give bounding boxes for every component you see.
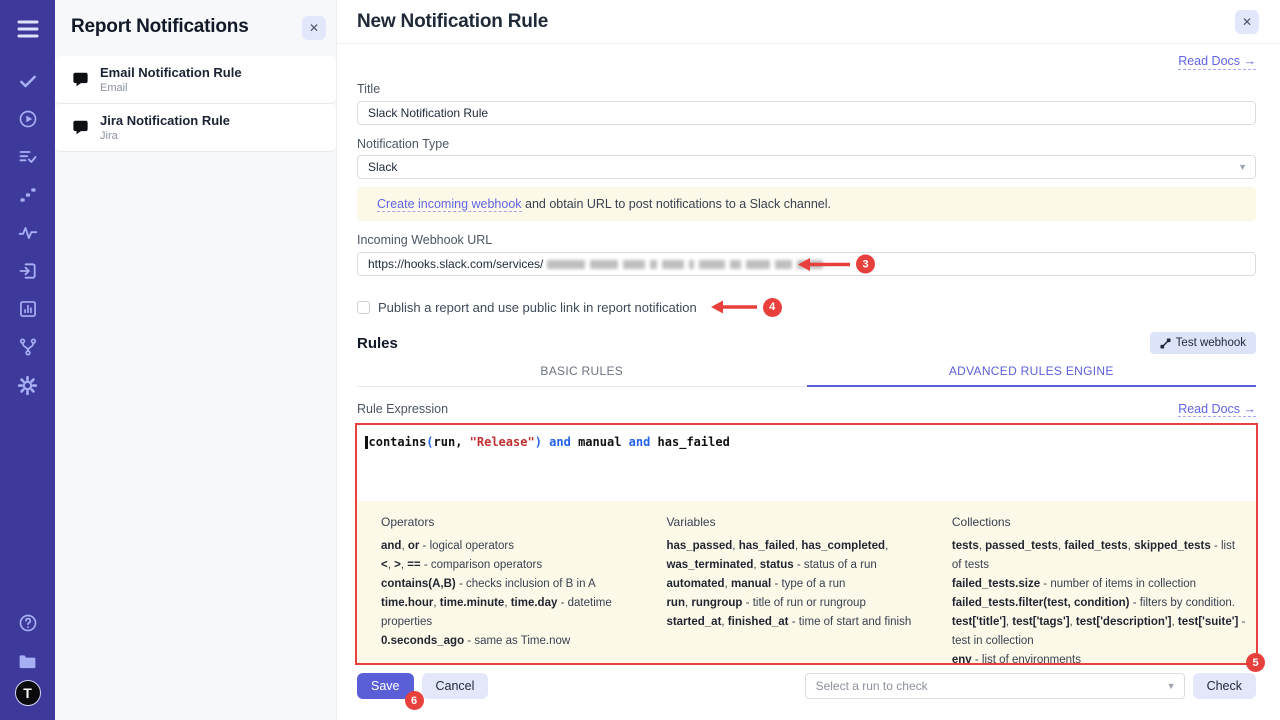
check-icon[interactable] (0, 62, 55, 100)
speech-bubble-icon (71, 70, 90, 89)
info-text: and obtain URL to post notifications to … (522, 197, 831, 211)
publish-report-checkbox[interactable] (357, 301, 370, 314)
run-select-placeholder: Select a run to check (816, 679, 928, 693)
rule-type: Email (100, 82, 242, 94)
cancel-button[interactable]: Cancel (422, 673, 489, 699)
rules-heading: Rules (357, 335, 398, 352)
page-title: New Notification Rule (357, 11, 548, 33)
check-button[interactable]: Check (1193, 673, 1256, 699)
help-column: Collectionstests, passed_tests, failed_t… (952, 515, 1246, 663)
rule-expression-label: Rule Expression (357, 402, 448, 416)
sign-in-icon[interactable] (0, 252, 55, 290)
help-column: Operatorsand, or - logical operators<, >… (381, 515, 642, 663)
settings-gear-icon[interactable] (0, 366, 55, 404)
save-button[interactable]: Save 6 (357, 673, 414, 699)
help-column: Variableshas_passed, has_failed, has_com… (666, 515, 927, 663)
projects-folder-icon[interactable] (0, 642, 55, 680)
notification-type-value: Slack (368, 160, 397, 174)
steps-icon[interactable] (0, 176, 55, 214)
slack-info-box: Create incoming webhook and obtain URL t… (357, 187, 1256, 221)
new-notification-rule-modal: New Notification Rule ✕ Read Docs → Titl… (337, 0, 1280, 720)
activity-icon[interactable] (0, 214, 55, 252)
play-circle-icon[interactable] (0, 100, 55, 138)
notification-type-label: Notification Type (357, 137, 1256, 152)
annotation-highlight-box: contains(run, "Release") and manual and … (355, 423, 1258, 665)
bar-chart-icon[interactable] (0, 290, 55, 328)
publish-report-label: Publish a report and use public link in … (378, 300, 697, 315)
rule-title: Jira Notification Rule (100, 113, 230, 128)
webhook-url-label: Incoming Webhook URL (357, 233, 1256, 248)
branch-icon[interactable] (0, 328, 55, 366)
chevron-down-icon: ▼ (1238, 162, 1247, 172)
menu-icon[interactable] (0, 10, 55, 48)
annotation-5: 5 (1246, 653, 1265, 672)
expression-help-panel: Operatorsand, or - logical operators<, >… (357, 501, 1256, 663)
connector-icon (1160, 338, 1171, 349)
notification-type-select[interactable]: Slack ▼ (357, 155, 1256, 179)
tab-advanced-rules-engine[interactable]: ADVANCED RULES ENGINE (807, 358, 1257, 387)
create-webhook-link[interactable]: Create incoming webhook (377, 197, 522, 212)
report-notifications-panel: Report Notifications ✕ Email Notificatio… (55, 0, 337, 720)
tab-basic-rules[interactable]: BASIC RULES (357, 358, 807, 387)
read-docs-link-2[interactable]: Read Docs → (1178, 402, 1256, 417)
notification-rules-list: Email Notification Rule Email Jira Notific… (55, 50, 336, 152)
text-cursor (365, 436, 368, 449)
webhook-url-value: https://hooks.slack.com/services/ (368, 257, 543, 271)
annotation-4: 4 (709, 298, 782, 317)
title-input[interactable]: Slack Notification Rule (357, 101, 1256, 125)
read-docs-link[interactable]: Read Docs → (1178, 54, 1256, 70)
list-check-icon[interactable] (0, 138, 55, 176)
panel-title: Report Notifications (71, 16, 249, 38)
chevron-down-icon: ▼ (1167, 681, 1176, 691)
annotation-6: 6 (405, 691, 424, 710)
rule-type: Jira (100, 130, 230, 142)
title-input-value: Slack Notification Rule (368, 106, 488, 120)
speech-bubble-icon (71, 118, 90, 137)
annotation-3: 3 (796, 255, 875, 274)
panel-close-icon[interactable]: ✕ (302, 16, 326, 40)
red-arrow-left-icon (796, 256, 852, 272)
app-sidebar: T (0, 0, 55, 720)
modal-close-icon[interactable]: ✕ (1235, 10, 1259, 34)
red-arrow-left-icon (709, 299, 759, 315)
list-item[interactable]: Jira Notification Rule Jira (55, 104, 336, 152)
webhook-url-input[interactable]: https://hooks.slack.com/services/ 3 (357, 252, 1256, 276)
help-icon[interactable] (0, 604, 55, 642)
run-select[interactable]: Select a run to check ▼ (805, 673, 1185, 699)
list-item[interactable]: Email Notification Rule Email (55, 56, 336, 104)
redacted-token (547, 260, 823, 269)
test-webhook-button[interactable]: Test webhook (1150, 332, 1256, 354)
rule-expression-editor[interactable]: contains(run, "Release") and manual and … (357, 425, 1256, 501)
rule-title: Email Notification Rule (100, 65, 242, 80)
rules-tabs: BASIC RULES ADVANCED RULES ENGINE (357, 358, 1256, 387)
user-avatar[interactable]: T (15, 680, 41, 706)
title-label: Title (357, 82, 1256, 97)
